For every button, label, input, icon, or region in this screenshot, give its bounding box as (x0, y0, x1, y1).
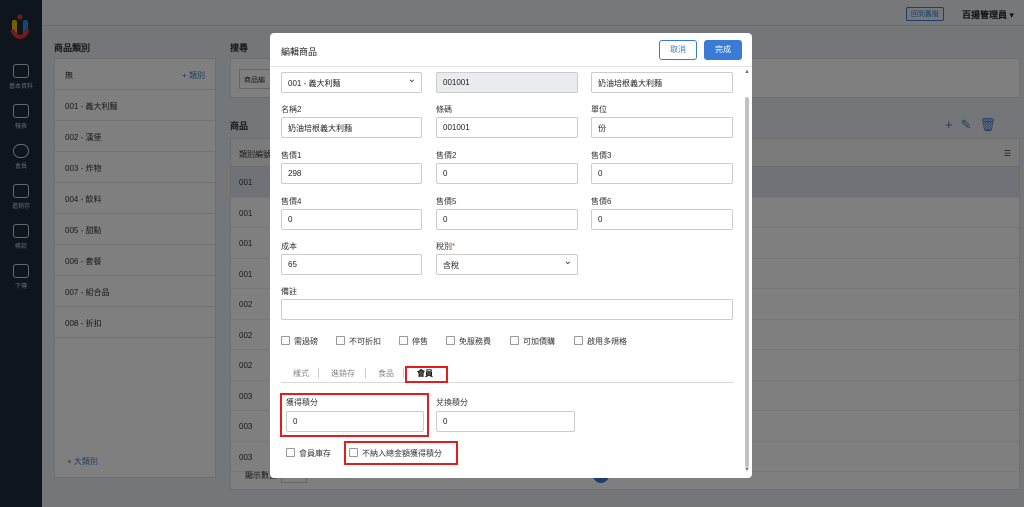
barcode-field[interactable]: 001001 (436, 117, 578, 138)
multi-spec-checkbox[interactable]: 啟用多規格 (574, 336, 627, 347)
weigh-checkbox[interactable]: 需過磅 (281, 336, 318, 347)
scroll-thumb[interactable] (745, 97, 749, 467)
earn-points-field[interactable]: 0 (286, 411, 424, 432)
price2-label: 售價2 (436, 151, 457, 160)
price5-field[interactable]: 0 (436, 209, 578, 230)
unit-label: 單位 (591, 105, 607, 114)
tab-inventory[interactable]: 進銷存 (331, 368, 355, 379)
price3-label: 售價3 (591, 151, 612, 160)
tax-label: 稅別* (436, 242, 456, 251)
price6-field[interactable]: 0 (591, 209, 733, 230)
checkbox-box[interactable] (286, 448, 295, 457)
category-select[interactable]: 001 - 義大利麵 (281, 72, 422, 93)
unit-field[interactable]: 份 (591, 117, 733, 138)
checkbox-box[interactable] (349, 448, 358, 457)
discontinued-checkbox[interactable]: 停售 (399, 336, 428, 347)
exclude-total-checkbox[interactable]: 不納入總金額獲得積分 (349, 448, 442, 459)
cost-label: 成本 (281, 242, 297, 251)
modal-header: 編輯商品 取消 完成 (270, 33, 752, 67)
tab-divider (403, 368, 404, 378)
tax-select[interactable]: 含稅 (436, 254, 578, 275)
checkbox-box[interactable] (399, 336, 408, 345)
price5-label: 售價5 (436, 197, 457, 206)
name2-label: 名稱2 (281, 105, 302, 114)
tab-divider (365, 368, 366, 378)
checkbox-box[interactable] (336, 336, 345, 345)
price4-label: 售價4 (281, 197, 302, 206)
member-stock-checkbox[interactable]: 會員庫存 (286, 448, 331, 459)
tab-food[interactable]: 食品 (378, 368, 394, 379)
checkbox-box[interactable] (446, 336, 455, 345)
cancel-button[interactable]: 取消 (659, 40, 697, 60)
redeem-points-label: 兌換積分 (436, 398, 468, 407)
no-discount-checkbox[interactable]: 不可折扣 (336, 336, 381, 347)
tab-divider (318, 368, 319, 378)
price1-label: 售價1 (281, 151, 302, 160)
barcode-label: 條碼 (436, 105, 452, 114)
product-name-field[interactable]: 奶油培根義大利麵 (591, 72, 733, 93)
checkbox-box[interactable] (574, 336, 583, 345)
price6-label: 售價6 (591, 197, 612, 206)
price3-field[interactable]: 0 (591, 163, 733, 184)
edit-product-modal: 編輯商品 取消 完成 001 - 義大利麵 001001 奶油培根義大利麵 名稱… (270, 33, 752, 478)
modal-tabs: 樣式 進銷存 食品 會員 (281, 364, 733, 383)
memo-label: 備註 (281, 287, 297, 296)
modal-scrollbar[interactable]: ▲ ▼ (744, 69, 750, 474)
member-tab-highlight (405, 366, 448, 383)
checkbox-box[interactable] (281, 336, 290, 345)
done-button[interactable]: 完成 (704, 40, 742, 60)
checkbox-box[interactable] (510, 336, 519, 345)
scroll-down-icon[interactable]: ▼ (744, 467, 750, 473)
cost-field[interactable]: 65 (281, 254, 422, 275)
product-code-field: 001001 (436, 72, 578, 93)
price4-field[interactable]: 0 (281, 209, 422, 230)
modal-title: 編輯商品 (281, 47, 318, 57)
no-service-fee-checkbox[interactable]: 免服務費 (446, 336, 491, 347)
scroll-up-icon[interactable]: ▲ (744, 69, 750, 75)
add-on-purchase-checkbox[interactable]: 可加價購 (510, 336, 555, 347)
redeem-points-field[interactable]: 0 (436, 411, 575, 432)
name2-field[interactable]: 奶油培根義大利麵 (281, 117, 422, 138)
earn-points-label: 獲得積分 (286, 398, 318, 407)
price2-field[interactable]: 0 (436, 163, 578, 184)
tab-style[interactable]: 樣式 (293, 368, 309, 379)
price1-field[interactable]: 298 (281, 163, 422, 184)
memo-field[interactable] (281, 299, 733, 320)
